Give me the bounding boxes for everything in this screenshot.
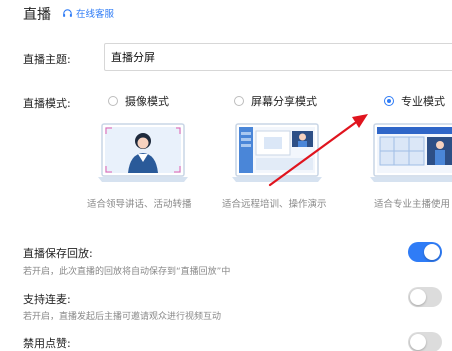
disable-likes-toggle[interactable] — [408, 332, 442, 351]
topic-label: 直播主题: — [23, 53, 71, 66]
setting-save-replay-title: 直播保存回放: — [23, 247, 93, 260]
toggle-knob — [410, 289, 426, 305]
setting-disable-likes-title: 禁用点赞: — [23, 337, 71, 350]
mode-option-screen-share[interactable]: 屏幕分享模式 — [234, 93, 317, 109]
page-title: 直播 — [23, 7, 51, 23]
screen-share-mode-illustration[interactable] — [228, 122, 326, 190]
toggle-knob — [424, 244, 440, 260]
mode-option-professional-label: 专业模式 — [401, 95, 445, 108]
camera-mode-caption: 适合领导讲话、活动转播 — [87, 199, 192, 210]
setting-save-replay-desc: 若开启，此次直播的回放将自动保存到“直播回放”中 — [23, 267, 231, 277]
radio-screen-share[interactable] — [234, 96, 244, 106]
screen-share-mode-caption: 适合远程培训、操作演示 — [222, 199, 327, 210]
topic-input[interactable] — [104, 43, 452, 71]
toggle-knob — [410, 334, 426, 350]
save-replay-toggle[interactable] — [408, 242, 442, 262]
header: 直播 在线客服 — [0, 0, 452, 30]
mode-option-camera[interactable]: 摄像模式 — [108, 93, 169, 109]
radio-professional[interactable] — [384, 96, 394, 106]
setting-co-streaming-desc: 若开启，直播发起后主播可邀请观众进行视频互动 — [23, 312, 222, 322]
setting-co-streaming-title: 支持连麦: — [23, 293, 71, 306]
mode-option-professional[interactable]: 专业模式 — [384, 93, 445, 109]
mode-option-camera-label: 摄像模式 — [125, 95, 169, 108]
co-streaming-toggle[interactable] — [408, 287, 442, 307]
professional-mode-illustration[interactable] — [366, 122, 452, 190]
radio-camera[interactable] — [108, 96, 118, 106]
camera-mode-illustration[interactable] — [94, 122, 192, 190]
mode-label: 直播模式: — [23, 97, 71, 110]
customer-service-label: 在线客服 — [76, 9, 115, 20]
headset-icon — [63, 8, 72, 17]
customer-service-link[interactable]: 在线客服 — [62, 6, 114, 20]
professional-mode-caption: 适合专业主播使用 — [374, 199, 451, 210]
mode-option-screen-share-label: 屏幕分享模式 — [251, 95, 317, 108]
